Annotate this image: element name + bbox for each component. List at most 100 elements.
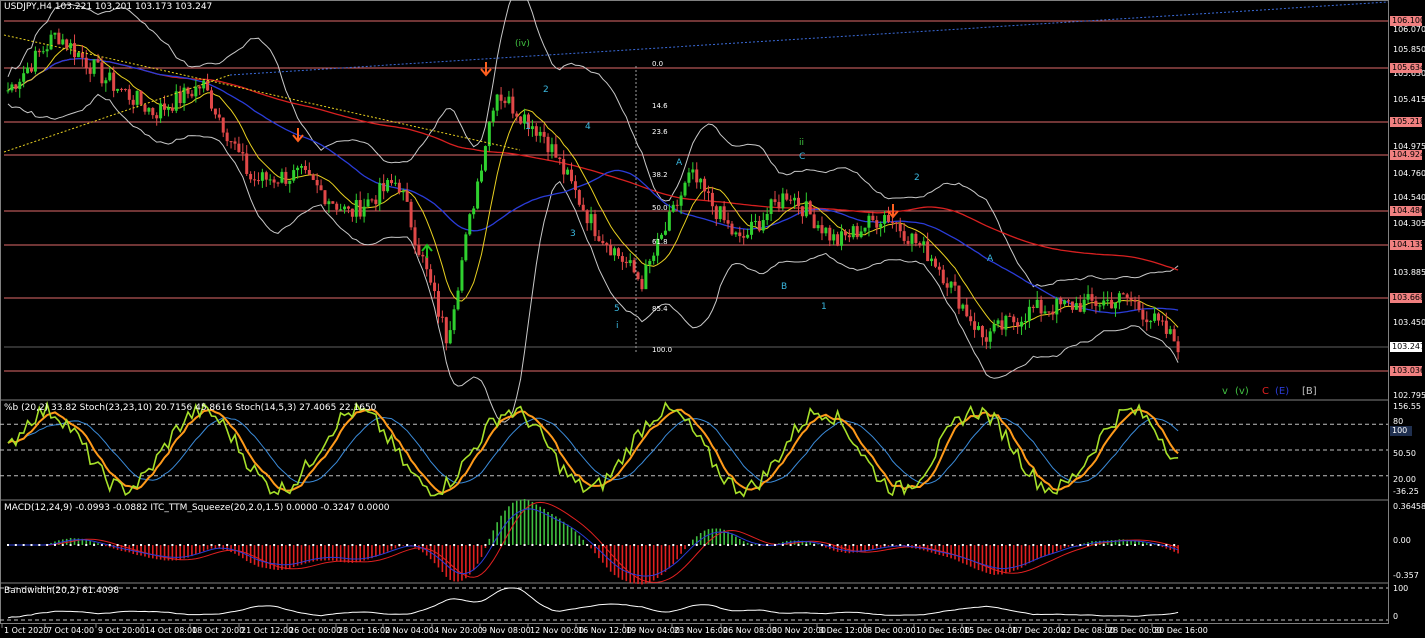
- candle-body: [1106, 299, 1110, 301]
- squeeze-dot: [453, 544, 456, 546]
- candle-body: [53, 32, 57, 35]
- candle-body: [1153, 313, 1157, 321]
- squeeze-dot: [445, 544, 448, 546]
- candle-body: [311, 174, 315, 180]
- squeeze-dot: [687, 544, 690, 546]
- wave-label: 1: [525, 122, 531, 132]
- squeeze-dot: [1173, 544, 1176, 546]
- squeeze-dot: [554, 544, 557, 546]
- candle-body: [550, 144, 554, 153]
- candle-body: [327, 201, 331, 205]
- candle-body: [354, 200, 358, 217]
- panel4-title: Bandwidth(20,2) 61.4098: [4, 586, 120, 596]
- date-tick: 21 Oct 12:00: [241, 626, 294, 635]
- candle-body: [440, 316, 444, 318]
- candle-body: [88, 67, 92, 74]
- candle-body: [773, 199, 777, 202]
- squeeze-dot: [648, 544, 651, 546]
- squeeze-dot: [993, 544, 996, 546]
- candle-body: [609, 245, 613, 256]
- squeeze-dot: [899, 544, 902, 546]
- wave-label: ii: [799, 138, 805, 148]
- candle-body: [1168, 329, 1172, 334]
- candle-body: [977, 326, 981, 330]
- date-tick: 14 Oct 08:00: [145, 626, 198, 635]
- candle-body: [174, 91, 178, 111]
- candle-body: [1098, 305, 1102, 307]
- squeeze-dot: [194, 544, 197, 546]
- candle-body: [1078, 303, 1082, 312]
- candle-body: [1164, 320, 1168, 334]
- price-level-box: 106.100: [1390, 16, 1425, 26]
- squeeze-dot: [578, 544, 581, 546]
- candle-body: [898, 223, 902, 232]
- candle-body: [331, 201, 335, 204]
- candle-body: [1051, 311, 1055, 315]
- candle-body: [358, 200, 362, 217]
- squeeze-dot: [507, 544, 510, 546]
- candle-body: [178, 91, 182, 104]
- candle-body: [460, 260, 464, 291]
- candle-body: [468, 214, 472, 235]
- candle-body: [906, 240, 910, 244]
- candle-body: [366, 199, 370, 207]
- candle-body: [49, 34, 53, 50]
- date-tick: 30 Dec 16:00: [1154, 626, 1208, 635]
- squeeze-dot: [132, 544, 135, 546]
- candle-body: [147, 108, 151, 112]
- candle-body: [624, 261, 628, 264]
- candle-body: [143, 104, 147, 112]
- squeeze-dot: [734, 544, 737, 546]
- candle-body: [1004, 315, 1008, 330]
- candle-body: [1157, 313, 1161, 321]
- candle-body: [61, 39, 65, 45]
- wave-label: 4: [585, 122, 591, 132]
- candle-body: [922, 241, 926, 245]
- squeeze-dot: [241, 544, 244, 546]
- squeeze-dot: [218, 544, 221, 546]
- candle-body: [213, 108, 217, 115]
- candle-body: [851, 226, 855, 238]
- squeeze-dot: [875, 544, 878, 546]
- squeeze-dot: [1016, 544, 1019, 546]
- candle-body: [824, 227, 828, 234]
- squeeze-dot: [61, 544, 64, 546]
- candle-body: [429, 269, 433, 283]
- date-tick: 15 Dec 04:00: [964, 626, 1018, 635]
- squeeze-dot: [351, 544, 354, 546]
- candle-body: [726, 220, 730, 224]
- candle-body: [96, 59, 100, 63]
- candle-body: [1027, 306, 1031, 322]
- symbol-header: USDJPY,H4 103.221 103.201 103.173 103.24…: [4, 2, 213, 12]
- candle-body: [456, 290, 460, 310]
- candle-body: [585, 210, 589, 224]
- squeeze-dot: [774, 544, 777, 546]
- fib-level-label: 61.8: [652, 238, 668, 246]
- price-tick: 104.305: [1393, 219, 1425, 228]
- price-tick: 103.885: [1393, 268, 1425, 277]
- candle-body: [245, 153, 249, 174]
- candle-body: [785, 193, 789, 200]
- candle-body: [769, 199, 773, 214]
- squeeze-dot: [320, 544, 323, 546]
- squeeze-dot: [249, 544, 252, 546]
- candle-body: [405, 191, 409, 202]
- candle-body: [742, 236, 746, 238]
- candle-body: [233, 141, 237, 144]
- squeeze-dot: [1110, 544, 1113, 546]
- candle-body: [969, 316, 973, 322]
- squeeze-dot: [273, 544, 276, 546]
- candle-body: [464, 234, 468, 261]
- wave-label: 3: [570, 229, 576, 239]
- chart-canvas[interactable]: [0, 0, 1425, 638]
- candle-body: [421, 254, 425, 257]
- candle-body: [949, 281, 953, 288]
- mt4-chart-window[interactable]: USDJPY,H4 103.221 103.201 103.173 103.24…: [0, 0, 1425, 638]
- candle-body: [683, 182, 687, 196]
- candle-body: [159, 103, 163, 119]
- squeeze-dot: [296, 544, 299, 546]
- candle-body: [855, 226, 859, 238]
- candle-body: [1125, 294, 1129, 299]
- candle-body: [256, 180, 260, 182]
- candle-body: [10, 84, 14, 91]
